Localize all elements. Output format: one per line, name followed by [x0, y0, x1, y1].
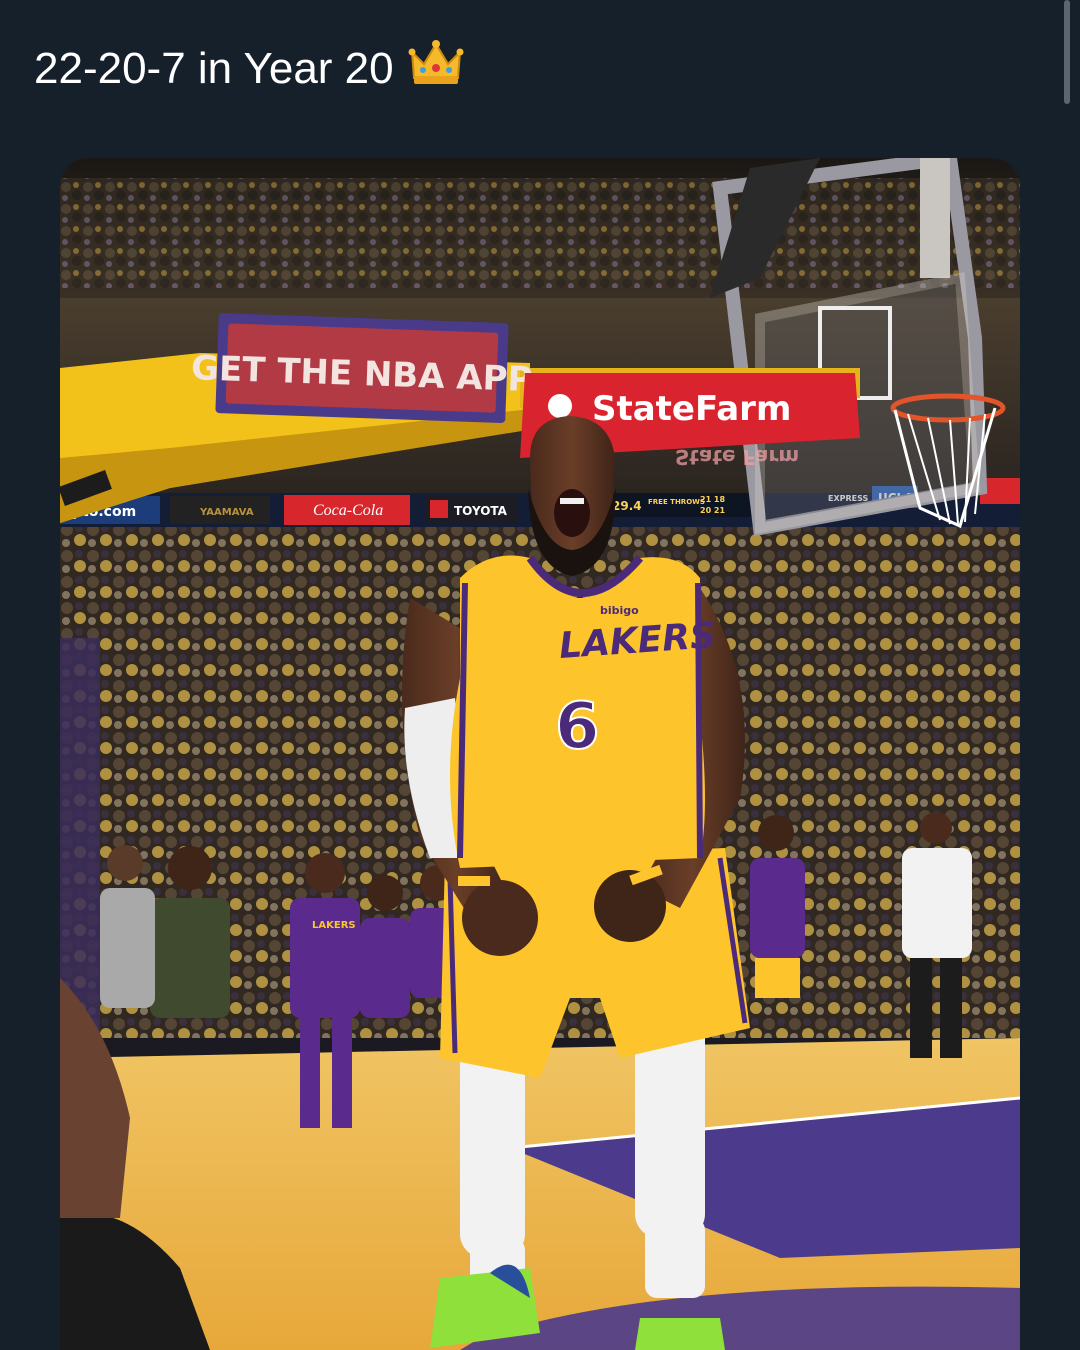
- right-shoe: [635, 1318, 725, 1350]
- coke-sign: Coca-Cola: [313, 502, 383, 519]
- nba-app-banner: GET THE NBA APP: [190, 313, 533, 423]
- post-photo[interactable]: pto.com YAAMAVA Coca-Cola TOYOTA 29.4 FR…: [60, 158, 1020, 1350]
- free-throws-label: FREE THROWS: [648, 498, 705, 506]
- post-text: 22-20-7 in Year 20: [34, 43, 394, 93]
- yaamava-sign: YAAMAVA: [199, 507, 254, 518]
- jersey-number: 6: [555, 690, 600, 764]
- statefarm-text: StateFarm: [592, 389, 791, 429]
- score-b: 20 21: [700, 506, 725, 515]
- post-text-row: 22-20-7 in Year 20: [34, 38, 464, 99]
- score-a: 21 18: [700, 495, 725, 504]
- left-fist: [462, 880, 538, 956]
- shot-clock: 29.4: [612, 499, 642, 513]
- jersey-patch: bibigo: [600, 604, 639, 617]
- toyota-sign: TOYOTA: [454, 504, 508, 518]
- bench-jersey-text: LAKERS: [312, 920, 356, 931]
- scrollbar[interactable]: [1064, 0, 1070, 104]
- crown-icon: [408, 38, 464, 99]
- statefarm-mirror-text: State Farm: [675, 445, 799, 469]
- right-fist: [594, 870, 666, 942]
